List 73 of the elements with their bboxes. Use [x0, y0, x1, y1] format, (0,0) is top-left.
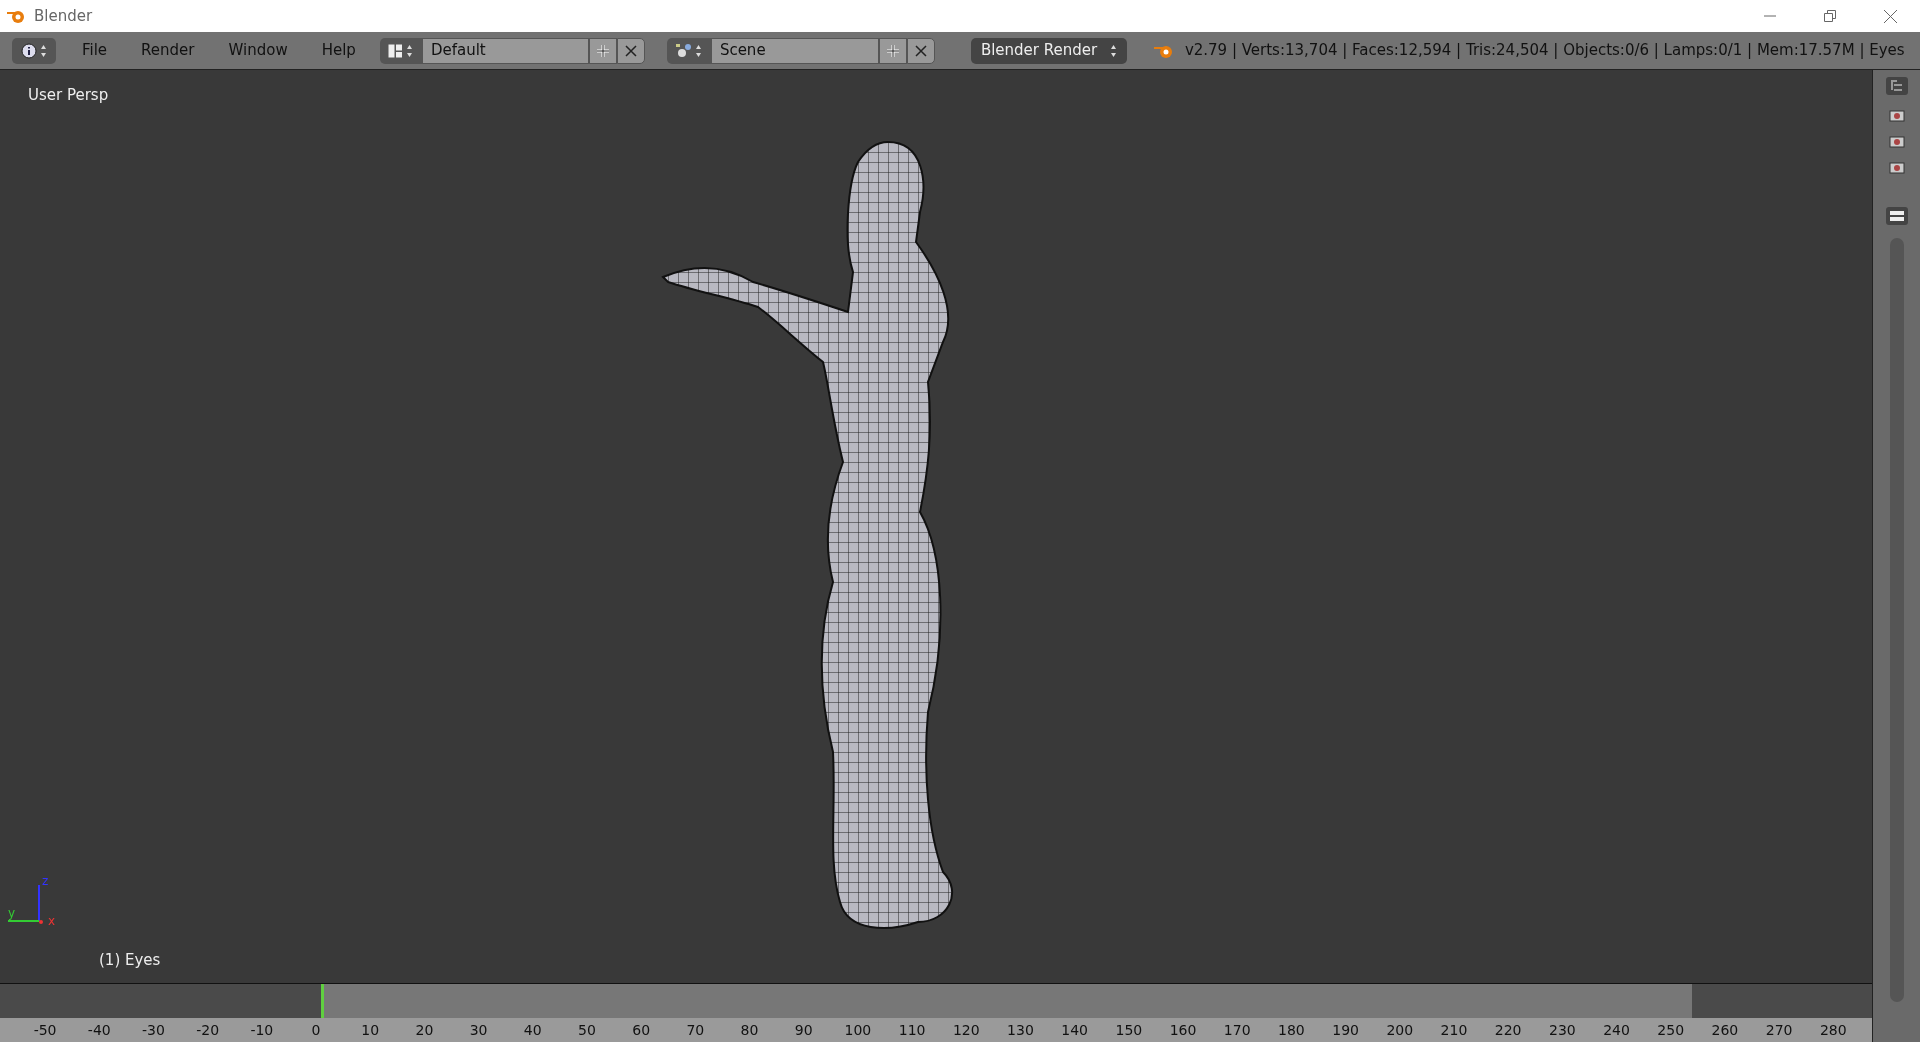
active-object-label: (1) Eyes [99, 949, 161, 971]
frame-number: -10 [249, 1020, 275, 1040]
frame-number: 280 [1818, 1020, 1848, 1040]
close-icon [914, 44, 927, 57]
camera-icon [1888, 108, 1905, 122]
frame-number: -40 [86, 1020, 112, 1040]
frame-number: 90 [793, 1020, 814, 1040]
frame-number: -20 [195, 1020, 221, 1040]
frame-number: 200 [1385, 1020, 1415, 1040]
frame-number: 260 [1710, 1020, 1740, 1040]
add-scene-button[interactable] [878, 37, 907, 64]
close-icon [1883, 9, 1897, 23]
spinner-arrows-icon [694, 43, 702, 58]
layout-name-field[interactable]: Default [421, 37, 589, 64]
spinner-arrows-icon [40, 43, 47, 58]
layout-icon [388, 43, 404, 58]
frame-number: 130 [1006, 1020, 1035, 1040]
frame-number: 0 [310, 1020, 322, 1040]
scene-icon [675, 43, 692, 58]
view-label: User Persp [28, 85, 109, 106]
frame-number: 230 [1547, 1020, 1577, 1040]
plus-icon [885, 43, 900, 58]
camera-icon [1888, 134, 1905, 148]
frame-number: 110 [897, 1020, 927, 1040]
plus-icon [595, 43, 610, 58]
frame-number: 220 [1493, 1020, 1523, 1040]
frame-number: 140 [1060, 1020, 1089, 1040]
frame-number: 240 [1602, 1020, 1631, 1040]
frame-number: 20 [414, 1020, 435, 1040]
frame-number: 60 [631, 1020, 652, 1040]
frame-number: 30 [468, 1020, 489, 1040]
menu-item[interactable]: File [74, 37, 116, 64]
frame-number: 50 [577, 1020, 597, 1040]
axis-gizmo-drawing: z y x [4, 877, 60, 931]
frame-number: 40 [522, 1020, 543, 1040]
scene-type-button[interactable] [666, 37, 711, 64]
info-icon [21, 42, 37, 59]
scene-statistics: v2.79 | Verts:13,704 | Faces:12,594 | Tris:24,504 | Objects:0/6 | Lamps:0/1 | Mem:17.57M | Eyes [1184, 40, 1905, 62]
menu-item[interactable]: Window [220, 37, 296, 64]
frame-number: 170 [1222, 1020, 1252, 1040]
close-icon [624, 44, 637, 57]
menu-item[interactable]: Help [313, 37, 364, 64]
frame-number: 270 [1764, 1020, 1794, 1040]
timeline-track[interactable] [0, 983, 1872, 1018]
frame-number: 250 [1656, 1020, 1686, 1040]
remove-layout-button[interactable] [616, 37, 645, 64]
properties-icon [1884, 206, 1909, 226]
editor-type-button[interactable] [12, 37, 56, 64]
spinner-arrows-icon [406, 43, 414, 58]
outliner-icon [1884, 76, 1909, 96]
window-title: Blender [34, 5, 93, 27]
frame-number: 10 [360, 1020, 381, 1040]
render-engine-dropdown[interactable]: Blender Render [970, 37, 1127, 64]
scene-name-field[interactable]: Scene [710, 37, 879, 64]
restore-icon [1824, 10, 1836, 22]
frame-number: 150 [1114, 1020, 1144, 1040]
layout-type-button[interactable] [379, 37, 422, 64]
add-layout-button[interactable] [588, 37, 617, 64]
frame-number: 80 [739, 1020, 760, 1040]
frame-number: 210 [1439, 1020, 1469, 1040]
remove-scene-button[interactable] [906, 37, 935, 64]
menu-item[interactable]: Render [133, 37, 203, 64]
spinner-arrows-icon [1109, 43, 1117, 58]
frame-number: 70 [685, 1020, 706, 1040]
frame-number: 160 [1168, 1020, 1198, 1040]
frame-number: 190 [1331, 1020, 1360, 1040]
camera-icon [1888, 160, 1905, 174]
frame-number: 180 [1277, 1020, 1306, 1040]
frame-number: 100 [843, 1020, 873, 1040]
minimize-icon [1764, 15, 1776, 17]
frame-number: -30 [141, 1020, 166, 1040]
frame-number: -50 [32, 1020, 58, 1040]
frame-number: 120 [951, 1020, 981, 1040]
